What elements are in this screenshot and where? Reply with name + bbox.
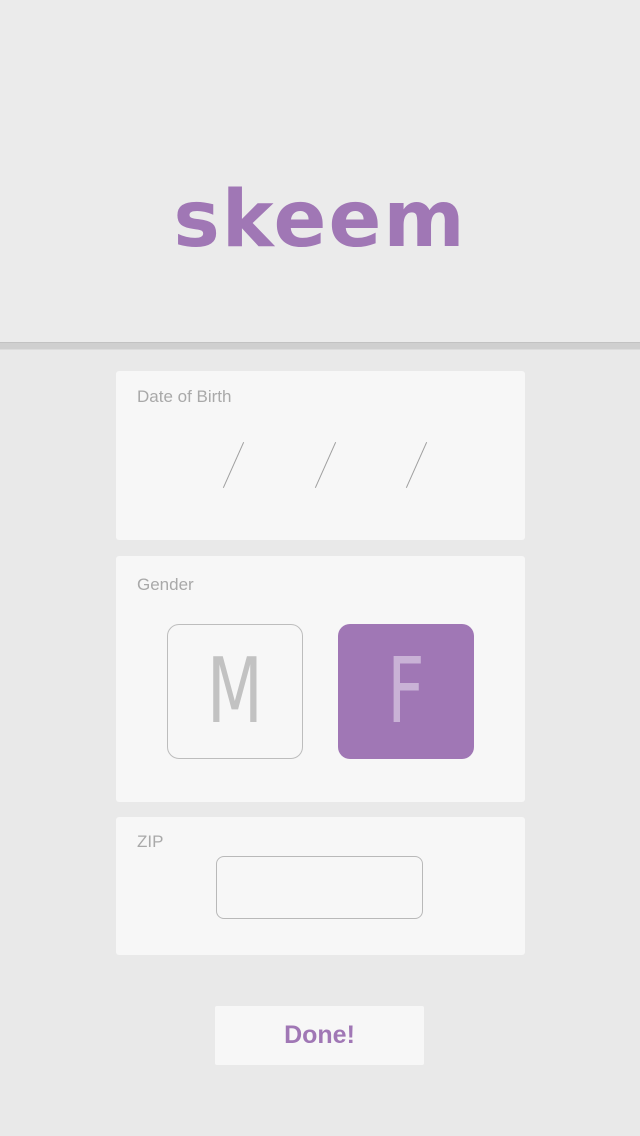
done-button-label: Done! xyxy=(284,1021,355,1049)
done-button[interactable]: Done! xyxy=(215,1006,424,1065)
zip-card: ZIP xyxy=(116,817,525,955)
date-of-birth-card: Date of Birth xyxy=(116,371,525,540)
app-logo: skeem xyxy=(173,175,467,265)
header-divider xyxy=(0,342,640,350)
zip-input[interactable] xyxy=(216,856,423,919)
gender-label: Gender xyxy=(137,575,194,594)
gender-male-button[interactable]: M xyxy=(167,624,303,759)
gender-female-button[interactable]: F xyxy=(338,624,474,759)
header: skeem xyxy=(0,0,640,342)
gender-card: Gender M F xyxy=(116,556,525,802)
date-of-birth-label: Date of Birth xyxy=(137,387,232,406)
gender-female-label: F xyxy=(387,638,425,744)
gender-male-label: M xyxy=(207,638,263,744)
zip-label: ZIP xyxy=(137,832,164,851)
